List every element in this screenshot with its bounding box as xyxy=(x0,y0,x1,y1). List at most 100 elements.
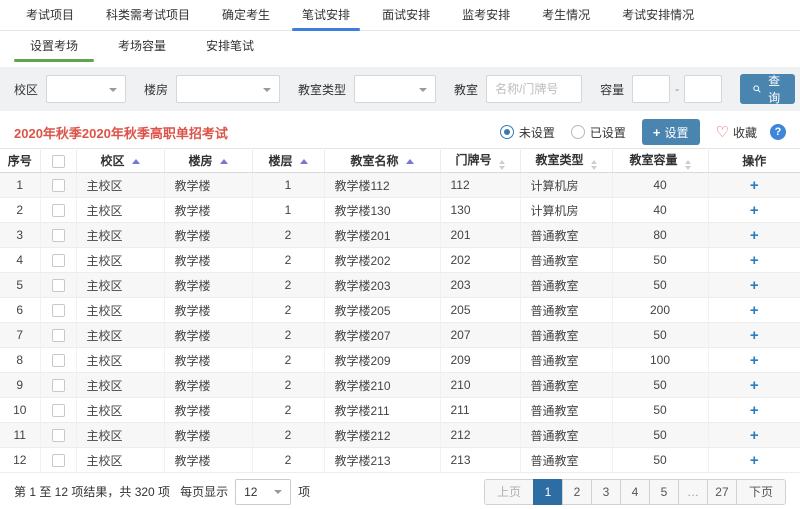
cell-capacity: 50 xyxy=(612,398,708,423)
set-button[interactable]: + 设置 xyxy=(642,119,700,145)
top-tab[interactable]: 考生情况 xyxy=(526,0,606,30)
radio-set[interactable]: 已设置 xyxy=(571,124,626,141)
radio-unset[interactable]: 未设置 xyxy=(500,124,555,141)
add-room-button[interactable]: + xyxy=(750,352,759,369)
cell-campus: 主校区 xyxy=(76,323,164,348)
favorite-label: 收藏 xyxy=(733,124,757,141)
favorite-button[interactable]: ♡ 收藏 xyxy=(716,124,757,141)
cell-campus: 主校区 xyxy=(76,298,164,323)
column-header[interactable]: 教室类型 xyxy=(520,149,612,173)
sort-down-arrow xyxy=(591,166,597,170)
help-icon[interactable]: ? xyxy=(770,124,786,140)
top-tab[interactable]: 确定考生 xyxy=(206,0,286,30)
select-all-checkbox[interactable] xyxy=(52,155,65,168)
add-room-button[interactable]: + xyxy=(750,302,759,319)
top-tab[interactable]: 面试安排 xyxy=(366,0,446,30)
column-header[interactable]: 教室名称 xyxy=(324,149,440,173)
column-label: 门牌号 xyxy=(455,153,491,167)
room-input[interactable] xyxy=(486,75,582,103)
add-room-button[interactable]: + xyxy=(750,202,759,219)
add-room-button[interactable]: + xyxy=(750,427,759,444)
cell-floor: 2 xyxy=(252,423,324,448)
top-tab[interactable]: 科类需考试项目 xyxy=(90,0,206,30)
row-checkbox[interactable] xyxy=(52,179,65,192)
add-room-button[interactable]: + xyxy=(750,252,759,269)
add-room-button[interactable]: + xyxy=(750,377,759,394)
cell-capacity: 50 xyxy=(612,323,708,348)
row-checkbox[interactable] xyxy=(52,254,65,267)
add-room-button[interactable]: + xyxy=(750,277,759,294)
row-checkbox[interactable] xyxy=(52,454,65,467)
top-tab[interactable]: 监考安排 xyxy=(446,0,526,30)
cell-room-type: 普通教室 xyxy=(520,323,612,348)
room-type-select[interactable] xyxy=(354,75,436,103)
room-filter: 教室 xyxy=(454,75,582,103)
cell-campus: 主校区 xyxy=(76,273,164,298)
cell-seq: 12 xyxy=(0,448,40,473)
range-separator: - xyxy=(675,82,679,96)
set-button-label: 设置 xyxy=(665,124,689,141)
cell-actions: + xyxy=(708,198,800,223)
page-size-value: 12 xyxy=(244,485,257,499)
campus-select[interactable] xyxy=(46,75,126,103)
row-checkbox[interactable] xyxy=(52,279,65,292)
top-tab[interactable]: 考试项目 xyxy=(10,0,90,30)
cell-door-no: 205 xyxy=(440,298,520,323)
pagination-page[interactable]: 4 xyxy=(620,479,650,505)
pagination-page[interactable]: 5 xyxy=(649,479,679,505)
cell-room-name: 教学楼213 xyxy=(324,448,440,473)
table-row: 3主校区教学楼2教学楼201201普通教室80+ xyxy=(0,223,800,248)
cell-floor: 1 xyxy=(252,198,324,223)
top-tab[interactable]: 笔试安排 xyxy=(286,0,366,30)
column-header[interactable]: 楼房 xyxy=(164,149,252,173)
top-tab[interactable]: 考试安排情况 xyxy=(606,0,710,30)
pagination-prev[interactable]: 上页 xyxy=(484,479,534,505)
cell-seq: 11 xyxy=(0,423,40,448)
cell-room-type: 普通教室 xyxy=(520,398,612,423)
row-checkbox[interactable] xyxy=(52,204,65,217)
column-header[interactable]: 楼层 xyxy=(252,149,324,173)
sub-tab[interactable]: 设置考场 xyxy=(10,31,98,62)
cell-floor: 2 xyxy=(252,223,324,248)
add-room-button[interactable]: + xyxy=(750,402,759,419)
cell-room-type: 普通教室 xyxy=(520,348,612,373)
add-room-button[interactable]: + xyxy=(750,452,759,469)
pagination-page[interactable]: 27 xyxy=(707,479,737,505)
sort-asc-icon xyxy=(132,159,140,164)
table-row: 6主校区教学楼2教学楼205205普通教室200+ xyxy=(0,298,800,323)
cell-door-no: 213 xyxy=(440,448,520,473)
search-button[interactable]: 查询 xyxy=(740,74,795,104)
page-size-label: 每页显示 xyxy=(180,483,228,500)
row-checkbox[interactable] xyxy=(52,354,65,367)
page-size-select[interactable]: 12 xyxy=(235,479,291,505)
row-checkbox[interactable] xyxy=(52,429,65,442)
sub-tab[interactable]: 考场容量 xyxy=(98,31,186,62)
cell-building: 教学楼 xyxy=(164,248,252,273)
capacity-label: 容量 xyxy=(600,81,624,98)
cell-room-name: 教学楼207 xyxy=(324,323,440,348)
column-header[interactable]: 教室容量 xyxy=(612,149,708,173)
pagination-page[interactable]: 3 xyxy=(591,479,621,505)
add-room-button[interactable]: + xyxy=(750,327,759,344)
pagination-page[interactable]: 2 xyxy=(562,479,592,505)
add-room-button[interactable]: + xyxy=(750,177,759,194)
building-select[interactable] xyxy=(176,75,280,103)
cell-building: 教学楼 xyxy=(164,448,252,473)
row-checkbox[interactable] xyxy=(52,329,65,342)
add-room-button[interactable]: + xyxy=(750,227,759,244)
table-row: 5主校区教学楼2教学楼203203普通教室50+ xyxy=(0,273,800,298)
capacity-min-input[interactable] xyxy=(632,75,670,103)
cell-seq: 9 xyxy=(0,373,40,398)
row-checkbox[interactable] xyxy=(52,229,65,242)
cell-campus: 主校区 xyxy=(76,448,164,473)
capacity-max-input[interactable] xyxy=(684,75,722,103)
sub-tab[interactable]: 安排笔试 xyxy=(186,31,274,62)
row-checkbox[interactable] xyxy=(52,379,65,392)
pagination-next[interactable]: 下页 xyxy=(736,479,786,505)
row-checkbox[interactable] xyxy=(52,304,65,317)
column-header[interactable]: 校区 xyxy=(76,149,164,173)
cell-building: 教学楼 xyxy=(164,223,252,248)
pagination-page[interactable]: 1 xyxy=(533,479,563,505)
column-header[interactable]: 门牌号 xyxy=(440,149,520,173)
row-checkbox[interactable] xyxy=(52,404,65,417)
